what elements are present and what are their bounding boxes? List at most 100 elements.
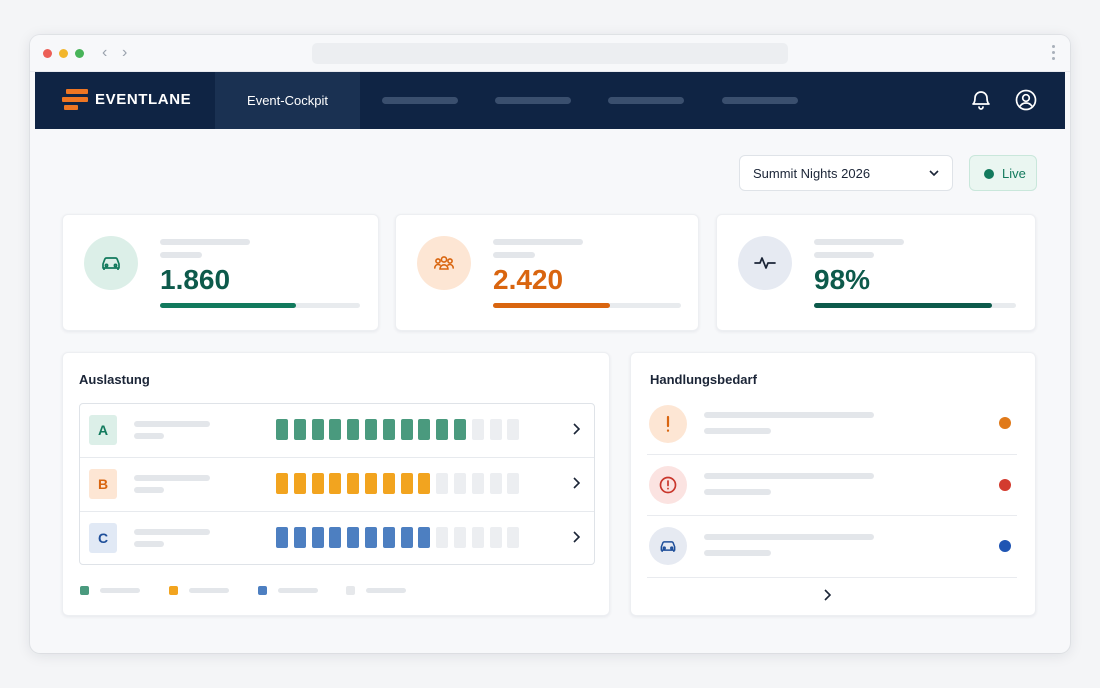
kpi-label-placeholder [493,252,535,258]
status-dot [999,479,1011,491]
capacity-segment-filled [400,419,413,440]
zone-name-placeholder [134,475,210,481]
eventlane-logo-icon [62,89,88,111]
capacity-segment-filled [293,527,306,548]
action-icon-circle [649,527,687,565]
capacity-segment-empty [507,419,520,440]
kpi-label-placeholder [814,239,904,245]
capacity-segment-filled [329,419,342,440]
browser-menu-icon[interactable] [1052,45,1056,63]
legend-label-placeholder [100,588,140,593]
capacity-segment-filled [347,527,360,548]
action-text-placeholder [704,534,874,540]
capacity-segment-filled [311,527,324,548]
zone-sub-placeholder [134,541,164,547]
kpi-card-attendees: 2.420 [395,214,699,331]
legend-label-placeholder [278,588,318,593]
chevron-right-icon[interactable] [572,423,580,435]
minimize-window-button[interactable] [59,49,68,58]
exclamation-icon [666,415,670,432]
forward-arrow-icon[interactable]: › [122,44,127,62]
kpi-icon-circle [417,236,471,290]
kpi-value: 98% [814,264,871,295]
address-bar[interactable] [312,43,788,64]
zone-row[interactable]: C [80,512,594,566]
zone-row[interactable]: B [80,458,594,512]
action-sub-placeholder [704,428,771,434]
occupancy-title: Auslastung [79,372,150,387]
zone-badge: B [89,469,117,499]
capacity-segment-filled [365,419,377,440]
action-text-placeholder [704,473,874,479]
alert-circle-icon [659,476,677,494]
chevron-right-icon[interactable] [572,477,580,489]
action-icon-circle [649,466,687,504]
action-item[interactable] [647,455,1017,516]
capacity-segment-empty [471,419,484,440]
zone-badge: A [89,415,117,445]
capacity-segment-empty [436,527,449,548]
zone-row[interactable]: A [80,404,594,458]
pulse-icon [754,257,776,269]
car-icon [102,257,120,270]
kpi-label-placeholder [160,252,202,258]
kpi-card-health: 98% [716,214,1036,331]
browser-chrome: ‹ › [30,35,1070,72]
capacity-segment-empty [454,527,466,548]
capacity-segment-empty [471,473,484,494]
tab-event-cockpit[interactable]: Event-Cockpit [215,72,360,129]
zone-table: A B C [79,403,595,565]
kpi-progress-fill [160,303,296,308]
action-item[interactable] [647,394,1017,455]
zone-name-placeholder [134,529,210,535]
nav-item-placeholder[interactable] [608,97,684,104]
actions-title: Handlungsbedarf [650,372,757,387]
capacity-segment-filled [276,527,288,548]
action-item[interactable] [647,516,1017,578]
legend-swatch [258,586,267,595]
chevron-right-icon[interactable] [572,531,580,543]
capacity-segment-filled [311,473,324,494]
event-select[interactable]: Summit Nights 2026 [739,155,953,191]
zone-name-placeholder [134,421,210,427]
close-window-button[interactable] [43,49,52,58]
chevron-right-icon[interactable] [823,589,831,601]
event-select-value: Summit Nights 2026 [753,166,871,181]
kpi-progress-bar [493,303,681,308]
legend-label-placeholder [366,588,406,593]
kpi-label-placeholder [814,252,874,258]
capacity-segment-filled [347,419,360,440]
occupancy-panel: Auslastung A B C [62,352,610,616]
capacity-segment-filled [365,473,377,494]
capacity-segment-empty [454,473,466,494]
capacity-segment-filled [311,419,324,440]
capacity-segment-filled [400,527,413,548]
legend-swatch [346,586,355,595]
user-avatar-icon[interactable] [1014,88,1038,112]
maximize-window-button[interactable] [75,49,84,58]
back-arrow-icon[interactable]: ‹ [102,44,107,62]
bell-icon[interactable] [969,88,993,112]
kpi-icon-circle [738,236,792,290]
nav-item-placeholder[interactable] [495,97,571,104]
people-icon [434,256,454,270]
nav-item-placeholder[interactable] [722,97,798,104]
capacity-segment-empty [471,527,484,548]
zone-badge: C [89,523,117,553]
legend-swatch [169,586,178,595]
capacity-segment-filled [382,419,395,440]
brand-name: EVENTLANE [95,91,192,108]
kpi-progress-bar [814,303,1016,308]
live-status-badge[interactable]: Live [969,155,1037,191]
capacity-segment-empty [489,419,502,440]
car-icon [660,541,676,552]
action-icon-circle [649,405,687,443]
live-dot-icon [984,169,994,179]
kpi-value: 2.420 [493,264,564,295]
status-dot [999,417,1011,429]
chevron-down-icon [929,170,939,177]
action-sub-placeholder [704,489,771,495]
capacity-segment-filled [329,473,342,494]
nav-item-placeholder[interactable] [382,97,458,104]
capacity-segment-filled [418,527,431,548]
